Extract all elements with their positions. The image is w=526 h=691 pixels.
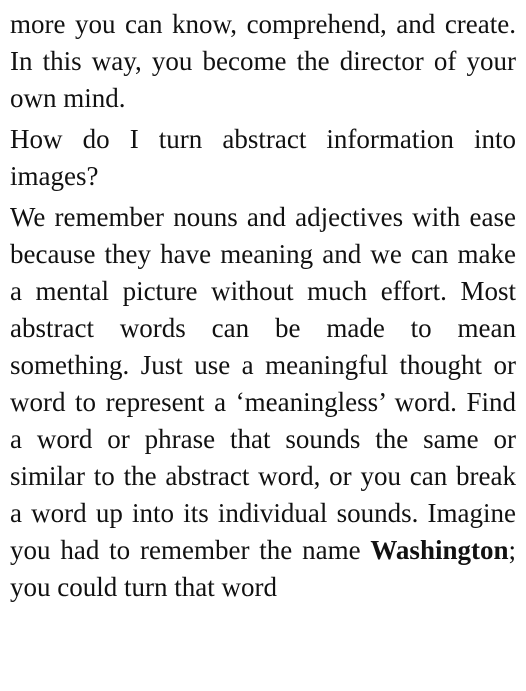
paragraph-text-before: We remember nouns and adjectives with ea… [10, 202, 516, 565]
document-page: more you can know, comprehend, and creat… [10, 6, 516, 606]
paragraph-continuation: more you can know, comprehend, and creat… [10, 9, 516, 113]
body-paragraph: We remember nouns and adjectives with ea… [10, 199, 516, 606]
question-heading: How do I turn abstract information into … [10, 124, 516, 191]
bold-term-washington: Washington [370, 535, 509, 565]
